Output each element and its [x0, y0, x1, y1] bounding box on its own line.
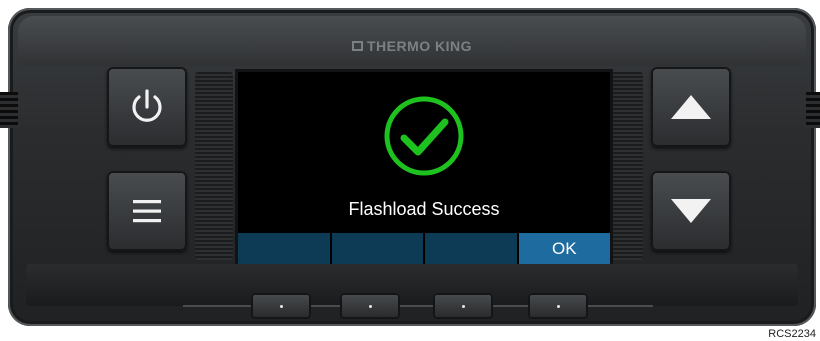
- arrow-down-icon: [671, 199, 711, 223]
- figure-reference: RCS2234: [768, 328, 816, 340]
- softkey-1[interactable]: [238, 233, 330, 264]
- menu-button[interactable]: [107, 171, 187, 251]
- dot-icon: [279, 304, 283, 308]
- left-grille: [0, 92, 18, 128]
- status-message: Flashload Success: [348, 199, 500, 219]
- softkey-3[interactable]: [425, 233, 517, 264]
- dot-icon: [368, 304, 372, 308]
- function-key-4[interactable]: [528, 293, 588, 319]
- power-button[interactable]: [107, 67, 187, 147]
- controller-panel: THERMO KING Flashload Success OK: [0, 8, 820, 326]
- function-key-3[interactable]: [433, 293, 493, 319]
- display-screen: Flashload Success OK: [235, 69, 613, 267]
- ok-softkey[interactable]: OK: [518, 233, 610, 264]
- up-button[interactable]: [651, 67, 731, 147]
- brand-logo: THERMO KING: [18, 38, 806, 54]
- dot-icon: [461, 304, 465, 308]
- brand-name: THERMO KING: [366, 38, 473, 54]
- brand-icon: [351, 40, 363, 51]
- power-icon: [132, 89, 162, 122]
- function-key-2[interactable]: [340, 293, 400, 319]
- left-bezel: [195, 72, 233, 260]
- dot-icon: [556, 304, 560, 308]
- function-key-1[interactable]: [251, 293, 311, 319]
- down-button[interactable]: [651, 171, 731, 251]
- top-strip: THERMO KING: [18, 16, 806, 66]
- right-grille: [806, 92, 820, 128]
- arrow-up-icon: [671, 95, 711, 119]
- softkey-bar: OK: [238, 233, 610, 264]
- check-circle-icon: [384, 96, 464, 176]
- menu-icon: [133, 200, 161, 223]
- softkey-2[interactable]: [331, 233, 423, 264]
- bottom-bar: [26, 264, 798, 306]
